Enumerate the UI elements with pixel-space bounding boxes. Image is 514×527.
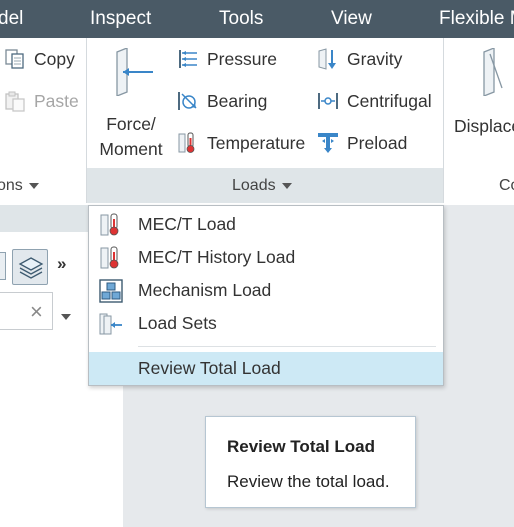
- force-moment-button[interactable]: Force/ Moment: [93, 46, 169, 164]
- menu-inspect[interactable]: Inspect: [90, 0, 151, 38]
- temperature-button[interactable]: Temperature: [177, 132, 305, 154]
- pressure-label: Pressure: [207, 48, 278, 69]
- menu-item-load-sets[interactable]: Load Sets: [89, 307, 443, 340]
- mechanism-icon: [99, 279, 123, 303]
- centrifugal-label: Centrifugal: [347, 90, 432, 111]
- loads-group-label[interactable]: Loads: [232, 168, 292, 203]
- menu-item-mect-history-load[interactable]: MEC/T History Load: [89, 241, 443, 274]
- overflow-chevron-icon[interactable]: »: [57, 254, 66, 274]
- clear-icon[interactable]: ×: [30, 299, 43, 325]
- thermometer-icon: [177, 132, 199, 154]
- pressure-icon: [177, 48, 199, 70]
- bearing-label: Bearing: [207, 90, 268, 111]
- chevron-down-icon: [281, 182, 292, 189]
- preload-button[interactable]: Preload: [317, 132, 407, 154]
- chevron-down-icon: [61, 313, 71, 320]
- pressure-button[interactable]: Pressure: [177, 48, 277, 70]
- paste-label: Paste: [34, 90, 79, 111]
- menu-item-label: Load Sets: [138, 313, 217, 333]
- load-sets-icon: [99, 312, 123, 336]
- menu-item-review-total-load[interactable]: Review Total Load: [89, 352, 443, 385]
- displacement-icon: [482, 47, 514, 101]
- ribbon: Copy Paste ons Force/ Moment Pressure Be…: [0, 38, 514, 203]
- thermometer-icon: [99, 246, 123, 270]
- gravity-button[interactable]: Gravity: [317, 48, 402, 70]
- menu-model[interactable]: del: [0, 0, 23, 38]
- copy-button[interactable]: Copy: [4, 48, 75, 70]
- search-dropdown-arrow[interactable]: [61, 308, 71, 326]
- layers-icon: [18, 255, 44, 286]
- constraints-group-label[interactable]: Co: [499, 168, 514, 203]
- menu-item-label: Review Total Load: [138, 358, 281, 378]
- search-input[interactable]: [0, 292, 53, 330]
- force-moment-label-line2: Moment: [99, 139, 163, 159]
- tree-filter-button[interactable]: [0, 252, 6, 280]
- centrifugal-icon: [317, 90, 339, 112]
- thermometer-icon: [99, 213, 123, 237]
- preload-icon: [317, 132, 339, 154]
- menu-item-label: Mechanism Load: [138, 280, 272, 300]
- tooltip-description: Review the total load.: [227, 472, 390, 491]
- menubar: del Inspect Tools View Flexible M: [0, 0, 514, 38]
- copy-label: Copy: [34, 48, 75, 69]
- gravity-icon: [317, 48, 339, 70]
- paste-button[interactable]: Paste: [4, 90, 79, 112]
- loads-dropdown-menu: MEC/T Load MEC/T History Load Mechanism …: [88, 205, 444, 386]
- menu-flexible-modeling[interactable]: Flexible M: [439, 0, 514, 38]
- panel-header: [0, 205, 88, 232]
- menu-item-mect-load[interactable]: MEC/T Load: [89, 208, 443, 241]
- gravity-label: Gravity: [347, 48, 403, 69]
- bearing-icon: [177, 90, 199, 112]
- paste-icon: [4, 90, 26, 112]
- operations-group-label[interactable]: ons: [0, 168, 39, 203]
- menu-item-mechanism-load[interactable]: Mechanism Load: [89, 274, 443, 307]
- centrifugal-button[interactable]: Centrifugal: [317, 90, 432, 112]
- menu-separator: [138, 346, 436, 347]
- displacement-label: Displace: [454, 116, 514, 136]
- preload-label: Preload: [347, 132, 408, 153]
- force-moment-icon: [107, 47, 155, 101]
- tooltip: Review Total Load Review the total load.: [205, 416, 416, 508]
- layers-button[interactable]: [12, 249, 48, 285]
- copy-icon: [4, 48, 26, 70]
- tooltip-title: Review Total Load: [227, 437, 375, 456]
- chevron-down-icon: [28, 182, 39, 189]
- menu-tools[interactable]: Tools: [219, 0, 263, 38]
- temperature-label: Temperature: [207, 132, 306, 153]
- displacement-button[interactable]: Displace: [452, 46, 514, 164]
- menu-item-label: MEC/T Load: [138, 214, 236, 234]
- force-moment-label-line1: Force/: [106, 114, 156, 134]
- bearing-button[interactable]: Bearing: [177, 90, 267, 112]
- menu-view[interactable]: View: [331, 0, 372, 38]
- menu-item-label: MEC/T History Load: [138, 247, 296, 267]
